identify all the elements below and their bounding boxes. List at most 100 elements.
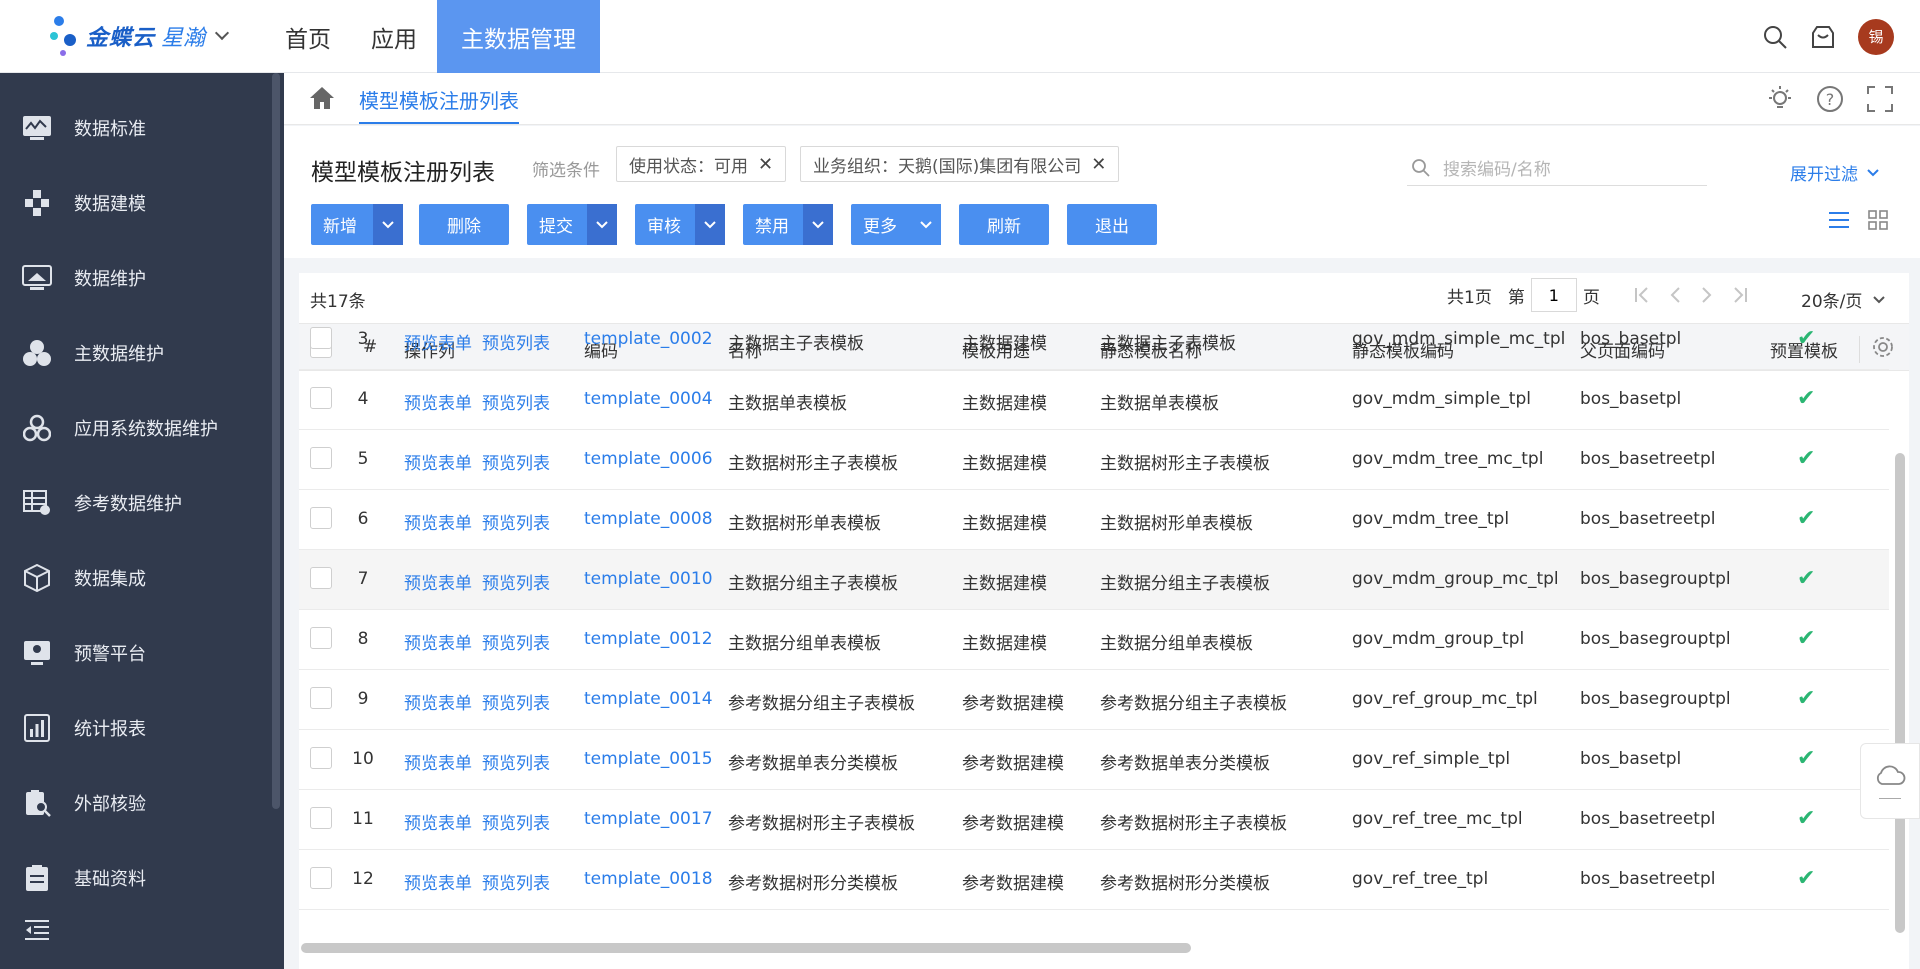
table-row[interactable]: 预览表单 预览列表 8 template_0012 主数据分组单表模板 主数据建模 主数据分… [299,610,1889,670]
breadcrumb-current-tab[interactable]: 模型模板注册列表 [359,85,519,124]
preview-list-link[interactable]: 预览列表 [482,869,550,894]
sidebar-item-data-standard[interactable]: 数据标准 [0,90,270,165]
table-row[interactable]: 预览表单 预览列表 10 template_0015 参考数据单表分类模板 参考数据建模 参… [299,730,1889,790]
page-size-select[interactable]: 20条/页 [1801,287,1886,312]
search-input[interactable]: 搜索编码/名称 [1407,150,1707,186]
sidebar-item-data-model[interactable]: 数据建模 [0,165,270,240]
preview-form-link[interactable]: 预览表单 [404,329,472,354]
top-menu-apps[interactable]: 应用 [351,0,437,73]
row-code[interactable]: template_0010 [584,569,713,589]
sidebar-item-alert-platform[interactable]: 预警平台 [0,615,270,690]
row-checkbox[interactable] [310,447,332,469]
chevron-down-icon[interactable] [373,204,403,245]
row-code[interactable]: template_0017 [584,809,713,829]
preview-list-link[interactable]: 预览列表 [482,689,550,714]
preview-list-link[interactable]: 预览列表 [482,449,550,474]
table-row[interactable]: 预览表单 预览列表 4 template_0004 主数据单表模板 主数据建模 主数据单表模… [299,370,1889,430]
collapse-sidebar-icon[interactable] [24,919,50,946]
preview-list-link[interactable]: 预览列表 [482,389,550,414]
submit-button[interactable]: 提交 [527,204,617,245]
fullscreen-icon[interactable] [1866,85,1894,113]
row-checkbox[interactable] [310,747,332,769]
chevron-down-icon[interactable] [803,204,833,245]
delete-button[interactable]: 删除 [419,204,509,245]
preview-form-link[interactable]: 预览表单 [404,569,472,594]
row-checkbox[interactable] [310,807,332,829]
audit-button[interactable]: 审核 [635,204,725,245]
next-page-icon[interactable] [1700,286,1714,304]
top-menu-home[interactable]: 首页 [265,0,351,73]
preview-list-link[interactable]: 预览列表 [482,809,550,834]
close-icon[interactable]: ✕ [1091,154,1106,175]
table-row[interactable]: 预览表单 预览列表 7 template_0010 主数据分组主子表模板 主数据建模 主数据… [299,550,1889,610]
help-icon[interactable]: ? [1816,85,1844,113]
sidebar-item-report[interactable]: 统计报表 [0,690,270,765]
preview-list-link[interactable]: 预览列表 [482,509,550,534]
vertical-scrollbar[interactable] [1895,453,1905,933]
sidebar-scrollbar[interactable] [272,73,280,809]
row-checkbox[interactable] [310,507,332,529]
preview-form-link[interactable]: 预览表单 [404,809,472,834]
row-checkbox[interactable] [310,627,332,649]
row-code[interactable]: template_0012 [584,629,713,649]
row-checkbox[interactable] [310,567,332,589]
table-row[interactable]: 预览表单 预览列表 5 template_0006 主数据树形主子表模板 主数据建模 主数据… [299,430,1889,490]
list-view-icon[interactable] [1828,210,1850,230]
row-code[interactable]: template_0002 [584,329,713,349]
avatar[interactable]: 锡 [1858,18,1894,55]
message-box-icon[interactable] [1810,24,1836,50]
chevron-down-icon[interactable] [587,204,617,245]
preview-form-link[interactable]: 预览表单 [404,509,472,534]
sidebar-item-data-maintain[interactable]: 数据维护 [0,240,270,315]
lightbulb-icon[interactable] [1766,85,1794,113]
preview-list-link[interactable]: 预览列表 [482,629,550,654]
table-row[interactable]: 预览表单 预览列表 9 template_0014 参考数据分组主子表模板 参考数据建模 参… [299,670,1889,730]
first-page-icon[interactable] [1634,286,1650,304]
row-checkbox[interactable] [310,387,332,409]
row-code[interactable]: template_0015 [584,749,713,769]
cloud-widget[interactable] [1860,743,1920,819]
preview-form-link[interactable]: 预览表单 [404,449,472,474]
prev-page-icon[interactable] [1668,286,1682,304]
exit-button[interactable]: 退出 [1067,204,1157,245]
chevron-down-icon[interactable] [695,204,725,245]
row-code[interactable]: template_0018 [584,869,713,889]
table-row[interactable]: 预览表单 预览列表 3 template_0002 主数据主子表模板 主数据建模 主数据主子… [299,310,1889,370]
disable-button[interactable]: 禁用 [743,204,833,245]
page-number-input[interactable] [1530,278,1577,312]
home-icon[interactable] [309,86,335,115]
preview-form-link[interactable]: 预览表单 [404,869,472,894]
add-button[interactable]: 新增 [311,204,403,245]
row-code[interactable]: template_0006 [584,449,713,469]
row-code[interactable]: template_0004 [584,389,713,409]
row-checkbox[interactable] [310,687,332,709]
last-page-icon[interactable] [1732,286,1748,304]
refresh-button[interactable]: 刷新 [959,204,1049,245]
filter-chip-status[interactable]: 使用状态：可用 ✕ [616,146,787,182]
sidebar-item-integration[interactable]: 数据集成 [0,540,270,615]
more-button[interactable]: 更多 [851,204,941,245]
expand-filter-button[interactable]: 展开过滤 [1790,160,1880,185]
table-row[interactable]: 预览表单 预览列表 12 template_0018 参考数据树形分类模板 参考数据建模 参… [299,850,1889,910]
chevron-down-icon[interactable] [911,204,941,245]
table-row[interactable]: 预览表单 预览列表 6 template_0008 主数据树形单表模板 主数据建模 主数据树… [299,490,1889,550]
grid-view-icon[interactable] [1868,210,1888,230]
row-code[interactable]: template_0014 [584,689,713,709]
horizontal-scrollbar[interactable] [301,943,1191,953]
sidebar-item-basic-data[interactable]: 基础资料 [0,840,270,915]
search-icon[interactable] [1762,24,1788,50]
close-icon[interactable]: ✕ [758,154,773,175]
preview-form-link[interactable]: 预览表单 [404,749,472,774]
preview-form-link[interactable]: 预览表单 [404,689,472,714]
sidebar-item-reference-data[interactable]: 参考数据维护 [0,465,270,540]
preview-list-link[interactable]: 预览列表 [482,329,550,354]
brand-logo[interactable]: 金蝶云 星瀚 [50,10,230,62]
chevron-down-icon[interactable] [214,25,230,41]
sidebar-item-master-data[interactable]: 主数据维护 [0,315,270,390]
sidebar-item-app-system[interactable]: 应用系统数据维护 [0,390,270,465]
preview-form-link[interactable]: 预览表单 [404,389,472,414]
row-code[interactable]: template_0008 [584,509,713,529]
top-menu-master-data[interactable]: 主数据管理 [437,0,600,73]
row-checkbox[interactable] [310,327,332,349]
row-checkbox[interactable] [310,867,332,889]
